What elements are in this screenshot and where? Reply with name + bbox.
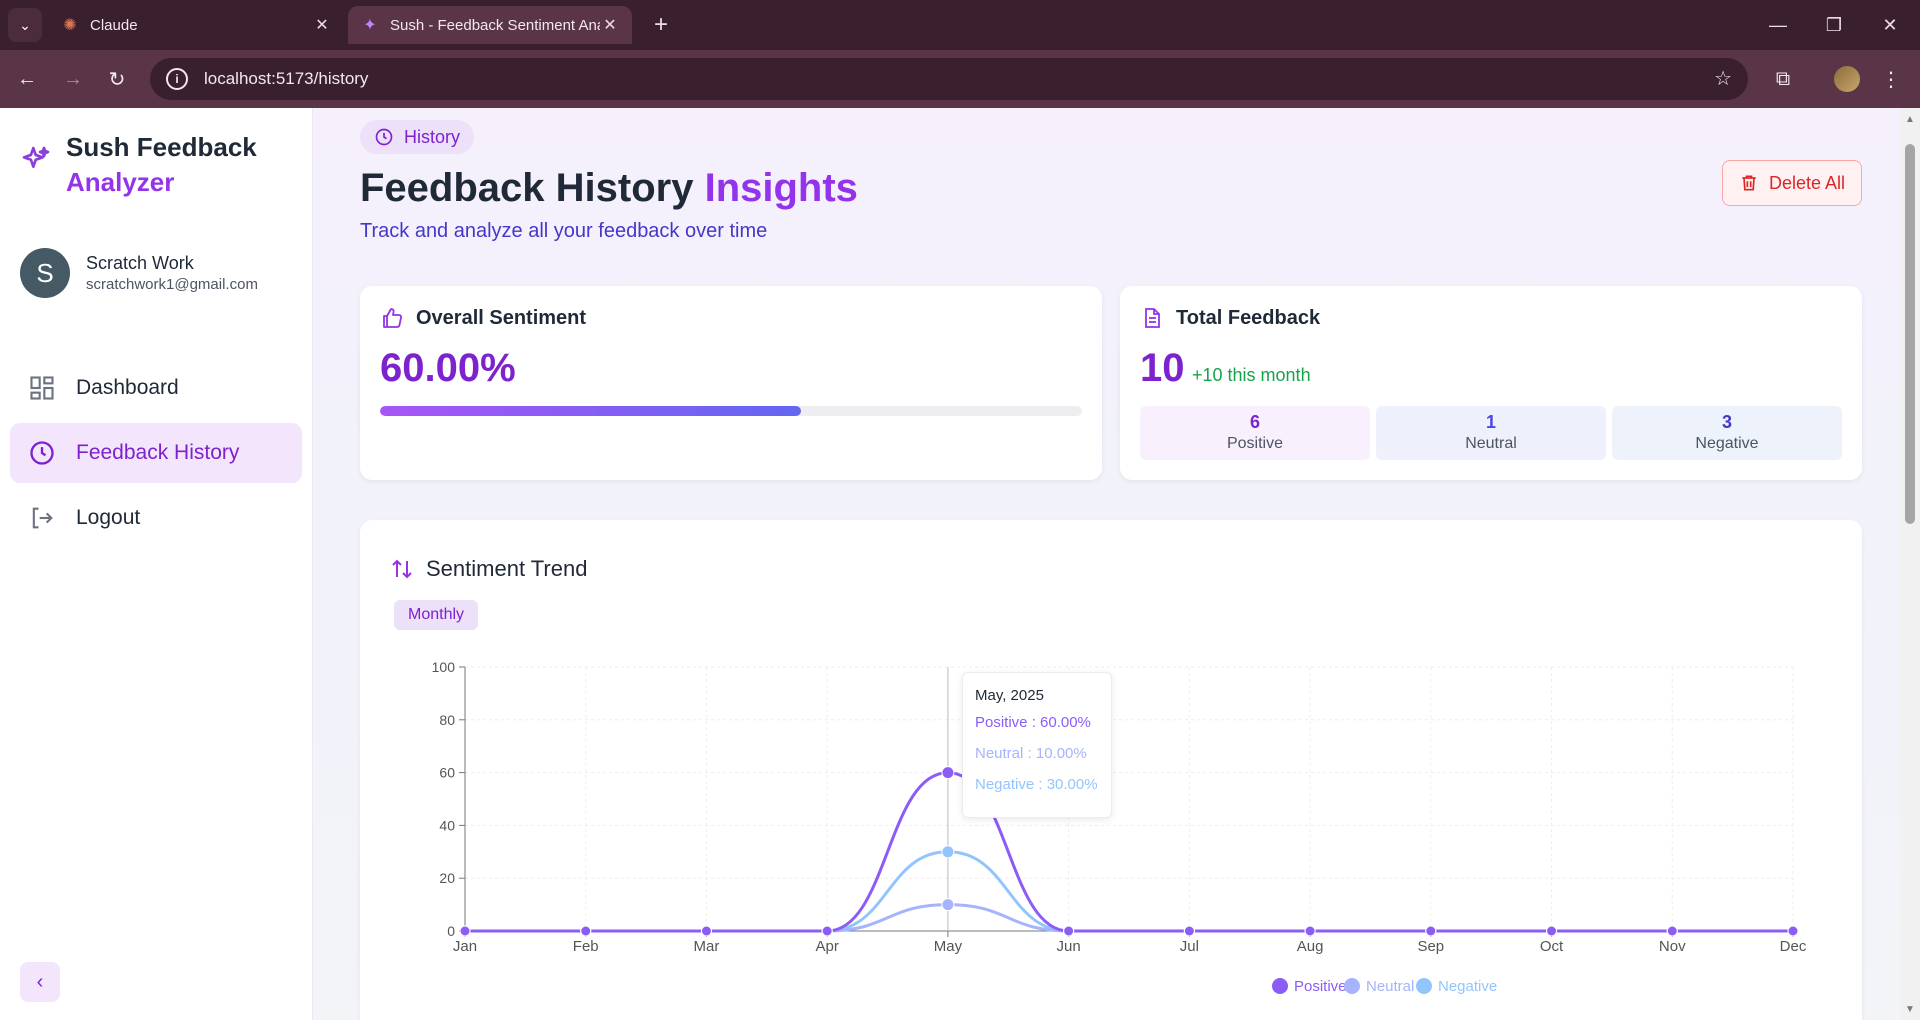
brand: Sush Feedback Analyzer <box>20 130 257 200</box>
data-point-positive <box>1063 925 1075 937</box>
data-point-neutral <box>941 898 955 912</box>
data-point-positive <box>1546 925 1558 937</box>
site-info-icon[interactable]: i <box>166 68 188 90</box>
data-point-positive <box>1425 925 1437 937</box>
sidebar: Sush Feedback Analyzer S Scratch Work sc… <box>0 108 313 1020</box>
sidebar-item-label: Dashboard <box>76 376 179 399</box>
page-scrollbar[interactable]: ▲ ▼ <box>1900 108 1920 1020</box>
collapse-sidebar-button[interactable]: ‹ <box>20 962 60 1002</box>
tab-title: Claude <box>90 16 138 34</box>
browser-tab-claude[interactable]: ✺ Claude ✕ <box>48 6 344 44</box>
x-tick-label: Sep <box>1417 938 1444 955</box>
tooltip-neutral: Neutral : 10.00% <box>975 745 1087 762</box>
data-point-positive <box>1787 925 1799 937</box>
sidebar-item-feedback-history[interactable]: Feedback History <box>10 423 302 483</box>
address-bar[interactable]: i localhost:5173/history ☆ <box>150 58 1748 100</box>
y-tick-label: 20 <box>439 870 455 886</box>
close-tab-icon[interactable]: ✕ <box>312 15 332 35</box>
y-tick-label: 60 <box>439 765 455 781</box>
close-tab-icon[interactable]: ✕ <box>600 15 620 35</box>
y-tick-label: 100 <box>432 659 456 675</box>
legend-label-negative: Negative <box>1438 978 1497 995</box>
x-tick-label: Feb <box>573 938 599 955</box>
legend-marker-negative <box>1416 978 1432 994</box>
x-tick-label: Jun <box>1057 938 1081 955</box>
avatar: S <box>20 248 70 298</box>
tab-title: Sush - Feedback Sentiment Ana <box>390 16 600 34</box>
x-tick-label: Jan <box>453 938 477 955</box>
brand-name-accent: Analyzer <box>66 167 175 197</box>
scrollbar-thumb[interactable] <box>1905 144 1915 524</box>
reload-button[interactable]: ↻ <box>102 64 132 94</box>
sidebar-item-dashboard[interactable]: Dashboard <box>10 358 302 418</box>
legend-marker-positive <box>1272 978 1288 994</box>
main-content: History Feedback History Insights Track … <box>314 108 1900 1020</box>
sparkles-icon <box>22 146 50 168</box>
chevron-left-icon: ‹ <box>36 970 44 993</box>
menu-icon[interactable]: ⋮ <box>1876 64 1906 94</box>
sidebar-item-label: Logout <box>76 506 141 529</box>
minimize-button[interactable]: — <box>1758 10 1798 40</box>
tooltip-negative: Negative : 30.00% <box>975 776 1098 793</box>
x-tick-label: Jul <box>1180 938 1199 955</box>
tooltip-title: May, 2025 <box>975 687 1044 704</box>
x-tick-label: Aug <box>1297 938 1324 955</box>
browser-tab-sush[interactable]: ✦ Sush - Feedback Sentiment Ana ✕ <box>348 6 632 44</box>
x-tick-label: Oct <box>1540 938 1564 955</box>
browser-toolbar: ← → ↻ i localhost:5173/history ☆ ⧉ ⋮ <box>0 50 1920 108</box>
back-button[interactable]: ← <box>12 64 42 94</box>
sparkles-icon: ✦ <box>363 17 377 34</box>
bookmark-star-icon[interactable]: ☆ <box>1714 66 1732 91</box>
series-line-positive <box>464 771 1793 933</box>
data-point-positive <box>821 925 833 937</box>
data-point-positive <box>1666 925 1678 937</box>
sidebar-item-logout[interactable]: Logout <box>10 488 302 548</box>
scroll-up-icon[interactable]: ▲ <box>1904 114 1916 126</box>
legend-label-neutral: Neutral <box>1366 978 1414 995</box>
user-name: Scratch Work <box>86 253 194 273</box>
legend-marker-neutral <box>1344 978 1360 994</box>
series-line-neutral <box>464 903 1793 933</box>
url-text: localhost:5173/history <box>204 69 369 88</box>
sentiment-trend-chart: 0 20 40 60 80 100 Jan Feb Mar Apr May Jun Jul Aug Sep O… <box>432 659 1807 995</box>
data-point-positive <box>459 925 471 937</box>
tooltip-positive: Positive : 60.00% <box>975 714 1091 731</box>
x-tick-label: Nov <box>1659 938 1686 955</box>
x-tick-label: May <box>934 938 963 955</box>
chart-tooltip: May, 2025 Positive : 60.00% Neutral : 10… <box>962 672 1112 818</box>
claude-icon: ✺ <box>63 17 77 34</box>
tab-search-button[interactable]: ⌄ <box>8 8 42 42</box>
data-point-negative <box>941 845 955 859</box>
new-tab-button[interactable]: + <box>646 10 676 40</box>
brand-name: Sush Feedback <box>66 132 257 162</box>
x-tick-label: Dec <box>1780 938 1807 955</box>
close-window-button[interactable]: ✕ <box>1870 10 1910 40</box>
data-point-positive <box>1304 925 1316 937</box>
series-line-negative <box>464 850 1793 933</box>
extensions-icon[interactable]: ⧉ <box>1768 64 1798 94</box>
user-profile: S Scratch Work scratchwork1@gmail.com <box>20 248 258 298</box>
y-tick-label: 80 <box>439 712 455 728</box>
profile-avatar[interactable] <box>1834 66 1860 92</box>
legend-label-positive: Positive <box>1294 978 1347 995</box>
browser-tabstrip: ⌄ ✺ Claude ✕ ✦ Sush - Feedback Sentiment… <box>0 0 1920 50</box>
data-point-positive <box>1183 925 1195 937</box>
grid-icon <box>30 376 54 400</box>
y-tick-label: 40 <box>439 817 455 833</box>
clock-icon <box>30 441 54 465</box>
data-point-positive <box>580 925 592 937</box>
data-point-positive <box>700 925 712 937</box>
y-tick-label: 0 <box>447 923 455 939</box>
logout-icon <box>32 507 53 529</box>
forward-button[interactable]: → <box>58 64 88 94</box>
user-email: scratchwork1@gmail.com <box>86 276 258 293</box>
x-tick-label: Apr <box>816 938 839 955</box>
x-tick-label: Mar <box>694 938 720 955</box>
scroll-down-icon[interactable]: ▼ <box>1904 1004 1916 1016</box>
sidebar-item-label: Feedback History <box>76 441 240 464</box>
restore-button[interactable]: ❐ <box>1814 10 1854 40</box>
data-point-positive <box>941 766 955 780</box>
